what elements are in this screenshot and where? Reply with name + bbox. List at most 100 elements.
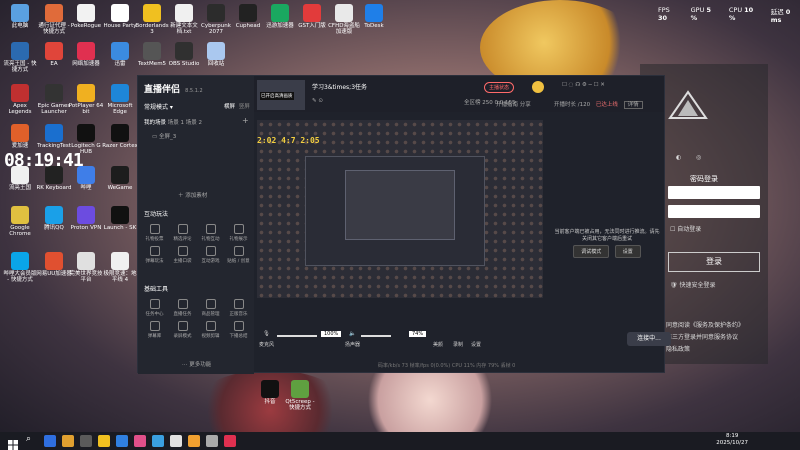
debug-mode-button[interactable]: 调试模式 (573, 245, 610, 258)
window-toolbar-icons[interactable]: ☐ ◌ ☊ ⚙ ─ ☐ ✕ (562, 82, 605, 88)
basic-tool[interactable]: 商品管理 (198, 299, 223, 317)
desktop-icon[interactable]: EA (36, 42, 72, 67)
desktop-icon[interactable]: ToDesk (356, 4, 392, 29)
mode-dropdown[interactable]: 常规模式 ▾ (144, 102, 173, 111)
mic-slider[interactable] (277, 335, 317, 337)
desktop-icon[interactable]: Cyberpunk 2077 (198, 4, 234, 35)
account-input[interactable] (668, 186, 760, 199)
desktop-icon[interactable]: 爱加速 (2, 124, 38, 149)
speaker-volume[interactable]: 74% (409, 331, 427, 337)
desktop-icon[interactable]: 极限竞速：地平线 4 (102, 252, 138, 283)
desktop-icon[interactable]: TextMem5 (134, 42, 170, 67)
wechat-icon[interactable]: ◎ (696, 154, 701, 161)
basic-tool[interactable]: 录屏模式 (170, 321, 195, 339)
desktop-icon[interactable]: GST入门版 (294, 4, 330, 29)
desktop-icon[interactable]: 通行证代理 - 快捷方式 (36, 4, 72, 35)
qq-icon[interactable]: ◐ (676, 154, 681, 161)
taskbar-app-icon[interactable] (44, 435, 56, 447)
desktop-icon[interactable]: OBS Studio (166, 42, 202, 67)
desktop-icon[interactable]: 腾讯QQ (36, 206, 72, 231)
desktop-icon[interactable]: Proton VPN (68, 206, 104, 231)
settings-button[interactable]: 设置 (471, 341, 481, 348)
edit-icon[interactable]: ✎ ⊙ (312, 98, 323, 104)
speaker-slider[interactable] (361, 335, 391, 337)
taskbar-clock[interactable]: 8:19 2025/10/27 (716, 433, 748, 447)
taskbar-app-icon[interactable] (116, 435, 128, 447)
interactive-tool[interactable]: 主播口袋 (170, 246, 195, 264)
login-button[interactable]: 登录 (668, 252, 760, 272)
side-settings-button[interactable]: 设置 (614, 245, 641, 258)
interactive-tool[interactable]: 礼物展示 (226, 224, 251, 242)
more-functions-link[interactable]: ⋯ 更多功能 (182, 360, 211, 368)
desktop-icon[interactable]: 此电脑 (2, 4, 38, 29)
speaker-icon[interactable]: 🔈 (349, 331, 356, 337)
taskbar-app-icon[interactable] (98, 435, 110, 447)
add-scene-icon[interactable]: + (242, 116, 249, 125)
preview-canvas[interactable]: 2:02 4:7 2:05 (257, 120, 543, 298)
agreement-2[interactable]: 第三方登录并同意服务协议 (666, 332, 738, 341)
scene-1-tab[interactable]: 场景 1 (168, 120, 184, 126)
desktop-icon[interactable]: Borderlands 3 (134, 4, 170, 35)
tab-portrait[interactable]: 竖屏 (239, 104, 250, 110)
desktop-icon[interactable]: Microsoft Edge (102, 84, 138, 115)
scene-item[interactable]: ▭ 全屏_3 (152, 132, 176, 140)
interactive-tool[interactable]: 贴纸 / 创意 (226, 246, 251, 264)
beauty-button[interactable]: 美颜 (433, 341, 443, 348)
desktop-icon[interactable]: PotPlayer 64 bit (68, 84, 104, 115)
search-icon[interactable]: ⌕ (26, 434, 31, 444)
anchor-status-badge[interactable]: 主播状态 (484, 82, 515, 93)
taskbar-app-icon[interactable] (134, 435, 146, 447)
desktop-icon[interactable]: Cuphead (230, 4, 266, 29)
interactive-tool[interactable]: 礼物互动 (198, 224, 223, 242)
desktop-icon[interactable]: House Party (102, 4, 138, 29)
desktop-icon[interactable]: Razer Cortex (102, 124, 138, 149)
desktop-icon[interactable]: 哔哩大会员版 - 快捷方式 (2, 252, 38, 283)
basic-tool[interactable]: 下播总结 (226, 321, 251, 339)
taskbar-app-icon[interactable] (224, 435, 236, 447)
fast-login-link[interactable]: 🛡 快速安全登录 (670, 280, 716, 289)
add-material-button[interactable]: ＋ 添加素材 (178, 191, 207, 199)
desktop-icon[interactable]: Qt5creep - 快捷方式 (282, 380, 318, 411)
tab-landscape[interactable]: 横屏 (224, 104, 235, 110)
guide-link[interactable]: 开播指南 (496, 102, 518, 108)
desktop-icon[interactable]: Launch - SK (102, 206, 138, 231)
interactive-tool[interactable]: 精选评论 (170, 224, 195, 242)
mic-volume[interactable]: 100% (321, 331, 342, 337)
basic-tool[interactable]: 直播任务 (170, 299, 195, 317)
desktop-icon[interactable]: 新建文本文档.txt (166, 4, 202, 35)
desktop-icon[interactable]: 迅雷 (102, 42, 138, 67)
desktop-icon[interactable]: Epic Games Launcher (36, 84, 72, 115)
connect-button[interactable]: 连接中... (627, 332, 671, 346)
taskbar-app-icon[interactable] (80, 435, 92, 447)
taskbar-app-icon[interactable] (152, 435, 164, 447)
basic-tool[interactable]: 正版音乐 (226, 299, 251, 317)
stream-title[interactable]: 学习3&times;3任务 (312, 82, 367, 91)
desktop-icon[interactable]: TrackingTest (36, 124, 72, 149)
taskbar-app-icon[interactable] (62, 435, 74, 447)
taskbar-app-icon[interactable] (170, 435, 182, 447)
desktop-icon[interactable]: Apex Legends (2, 84, 38, 115)
basic-tool[interactable]: 弹幕库 (142, 321, 167, 339)
desktop-icon[interactable]: PokeRogue (68, 4, 104, 29)
desktop-icon[interactable]: 流亮王国 - 快捷方式 (2, 42, 38, 73)
password-input[interactable] (668, 205, 760, 218)
interactive-tool[interactable]: 互动游戏 (198, 246, 223, 264)
interactive-tool[interactable]: 弹幕玩法 (142, 246, 167, 264)
stream-cover-image[interactable]: 已开启高清画质 (257, 80, 305, 110)
auto-login-checkbox[interactable]: ☐ 自动登录 (670, 224, 701, 233)
avatar[interactable] (532, 81, 544, 93)
scene-2-tab[interactable]: 场景 2 (186, 120, 202, 126)
interactive-tool[interactable]: 礼物投票 (142, 224, 167, 242)
basic-tool[interactable]: 视频剪辑 (198, 321, 223, 339)
record-button[interactable]: 录制 (453, 341, 463, 348)
desktop-icon[interactable]: 网易UU加速器 (36, 252, 72, 277)
desktop-icon[interactable]: WeGame (102, 166, 138, 191)
basic-tool[interactable]: 任务中心 (142, 299, 167, 317)
taskbar-app-icon[interactable] (188, 435, 200, 447)
share-link[interactable]: 分享 (520, 102, 531, 108)
desktop-icon[interactable]: Google Chrome (2, 206, 38, 237)
desktop-icon[interactable]: 完美世界竞技平台 (68, 252, 104, 283)
windows-start-icon[interactable] (8, 435, 18, 450)
desktop-icon[interactable]: 网络加速器 (68, 42, 104, 67)
agreement-1[interactable]: 同意阅读《服务及保护条约》 (666, 320, 744, 329)
